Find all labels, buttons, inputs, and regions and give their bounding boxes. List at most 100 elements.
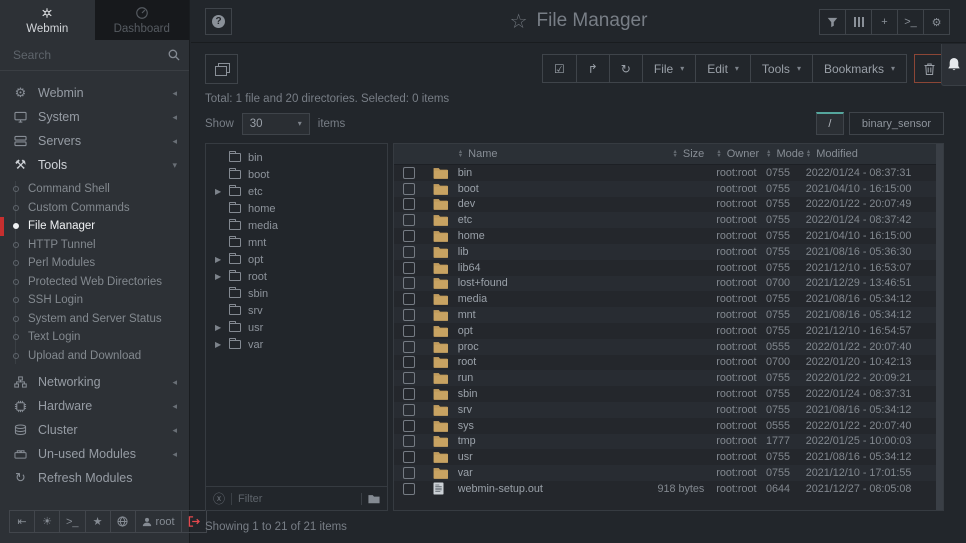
tree-item[interactable]: ▶ var (206, 336, 387, 353)
file-name[interactable]: webmin-setup.out (458, 483, 617, 495)
trash-button[interactable] (914, 54, 944, 83)
table-scrollbar[interactable] (936, 144, 943, 510)
tab-dashboard[interactable]: Dashboard (95, 0, 190, 40)
row-checkbox[interactable] (403, 167, 415, 179)
table-row[interactable]: tmp root:root 1777 2022/01/25 - 10:00:03 (394, 434, 943, 450)
sort-icon[interactable]: ▲▼ (716, 150, 721, 158)
file-name[interactable]: srv (458, 404, 617, 416)
favorites-button[interactable]: ★ (85, 510, 111, 533)
column-header-name[interactable]: ▲▼Name (458, 148, 617, 160)
row-checkbox[interactable] (403, 262, 415, 274)
file-name[interactable]: mnt (458, 309, 617, 321)
folder-select-icon[interactable] (368, 494, 380, 504)
table-row[interactable]: bin root:root 0755 2022/01/24 - 08:37:31 (394, 165, 943, 181)
expand-arrow-icon[interactable]: ▶ (215, 272, 222, 281)
file-name[interactable]: tmp (458, 435, 617, 447)
theme-button[interactable]: ☀ (34, 510, 60, 533)
notification-tray[interactable] (941, 44, 966, 86)
tree-item[interactable]: ▶ usr (206, 319, 387, 336)
file-name[interactable]: sbin (458, 388, 617, 400)
tools-menu-button[interactable]: Tools▾ (750, 55, 812, 82)
table-row[interactable]: run root:root 0755 2022/01/22 - 20:09:21 (394, 370, 943, 386)
sidebar-item-networking[interactable]: Networking ◂ (0, 370, 189, 394)
file-name[interactable]: opt (458, 325, 617, 337)
row-checkbox[interactable] (403, 198, 415, 210)
expand-arrow-icon[interactable]: ▶ (215, 187, 222, 196)
file-menu-button[interactable]: File▾ (642, 55, 695, 82)
refresh-button[interactable]: ↻ (609, 55, 642, 82)
table-row[interactable]: usr root:root 0755 2021/08/16 - 05:34:12 (394, 449, 943, 465)
sidebar-subitem[interactable]: Command Shell (0, 180, 189, 199)
sidebar-item-system[interactable]: System ◂ (0, 105, 189, 129)
row-checkbox[interactable] (403, 372, 415, 384)
sidebar-subitem[interactable]: HTTP Tunnel (0, 236, 189, 255)
tree-item[interactable]: ▶ home (206, 200, 387, 217)
file-name[interactable]: lib (458, 246, 617, 258)
breadcrumb-root-button[interactable]: / (816, 112, 844, 135)
expand-arrow-icon[interactable]: ▶ (215, 255, 222, 264)
row-checkbox[interactable] (403, 309, 415, 321)
row-checkbox[interactable] (403, 214, 415, 226)
row-checkbox[interactable] (403, 356, 415, 368)
tree-filter-input[interactable] (238, 493, 355, 505)
help-button[interactable]: ? (205, 8, 232, 35)
file-name[interactable]: lib64 (458, 262, 617, 274)
sidebar-subitem[interactable]: Text Login (0, 328, 189, 347)
column-header-mode[interactable]: ▲▼Mode (766, 148, 806, 160)
file-name[interactable]: boot (458, 183, 617, 195)
page-size-select[interactable]: 30 ▾ (242, 113, 310, 135)
tree-item[interactable]: ▶ mnt (206, 234, 387, 251)
sidebar-subitem[interactable]: Perl Modules (0, 254, 189, 273)
tree-item[interactable]: ▶ sbin (206, 285, 387, 302)
breadcrumb-dir-button[interactable]: binary_sensor (849, 112, 944, 135)
expand-arrow-icon[interactable]: ▶ (215, 323, 222, 332)
columns-button[interactable] (845, 9, 872, 35)
tab-webmin[interactable]: Webmin (0, 0, 95, 40)
user-button[interactable]: root (135, 510, 182, 533)
search-input[interactable] (13, 48, 168, 62)
table-row[interactable]: opt root:root 0755 2021/12/10 - 16:54:57 (394, 323, 943, 339)
collapse-sidebar-button[interactable]: ⇤ (9, 510, 35, 533)
row-checkbox[interactable] (403, 246, 415, 258)
file-name[interactable]: media (458, 293, 617, 305)
tree-item[interactable]: ▶ root (206, 268, 387, 285)
table-row[interactable]: webmin-setup.out 918 bytes root:root 064… (394, 481, 943, 497)
sidebar-subitem[interactable]: File Manager (0, 217, 189, 236)
settings-button[interactable]: ⚙ (923, 9, 950, 35)
favorite-star-icon[interactable]: ☆ (510, 9, 528, 34)
tree-item[interactable]: ▶ etc (206, 183, 387, 200)
dual-pane-button[interactable] (205, 54, 238, 84)
table-row[interactable]: lib root:root 0755 2021/08/16 - 05:36:30 (394, 244, 943, 260)
row-checkbox[interactable] (403, 404, 415, 416)
file-name[interactable]: bin (458, 167, 617, 179)
tree-item[interactable]: ▶ boot (206, 166, 387, 183)
table-row[interactable]: srv root:root 0755 2021/08/16 - 05:34:12 (394, 402, 943, 418)
select-all-button[interactable]: ☑ (543, 55, 576, 82)
column-header-size[interactable]: ▲▼Size (617, 148, 717, 160)
tree-item[interactable]: ▶ media (206, 217, 387, 234)
expand-arrow-icon[interactable]: ▶ (215, 340, 222, 349)
sort-icon[interactable]: ▲▼ (806, 150, 811, 158)
column-header-modified[interactable]: ▲▼Modified (806, 148, 943, 160)
row-checkbox[interactable] (403, 325, 415, 337)
file-name[interactable]: home (458, 230, 617, 242)
sidebar-item-tools[interactable]: ⚒ Tools ▾ (0, 153, 189, 177)
file-name[interactable]: dev (458, 198, 617, 210)
add-button[interactable]: + (871, 9, 898, 35)
file-name[interactable]: etc (458, 214, 617, 226)
row-checkbox[interactable] (403, 183, 415, 195)
table-row[interactable]: dev root:root 0755 2022/01/22 - 20:07:49 (394, 197, 943, 213)
sidebar-item-servers[interactable]: Servers ◂ (0, 129, 189, 153)
bookmarks-menu-button[interactable]: Bookmarks▾ (812, 55, 906, 82)
row-checkbox[interactable] (403, 420, 415, 432)
shell-button[interactable]: >_ (59, 510, 86, 533)
sort-icon[interactable]: ▲▼ (766, 150, 771, 158)
row-checkbox[interactable] (403, 293, 415, 305)
sidebar-subitem[interactable]: Protected Web Directories (0, 273, 189, 292)
sidebar-item-cluster[interactable]: Cluster ◂ (0, 418, 189, 442)
row-checkbox[interactable] (403, 341, 415, 353)
table-row[interactable]: proc root:root 0555 2022/01/22 - 20:07:4… (394, 339, 943, 355)
sort-icon[interactable]: ▲▼ (458, 150, 463, 158)
file-name[interactable]: usr (458, 451, 617, 463)
table-row[interactable]: boot root:root 0755 2021/04/10 - 16:15:0… (394, 181, 943, 197)
